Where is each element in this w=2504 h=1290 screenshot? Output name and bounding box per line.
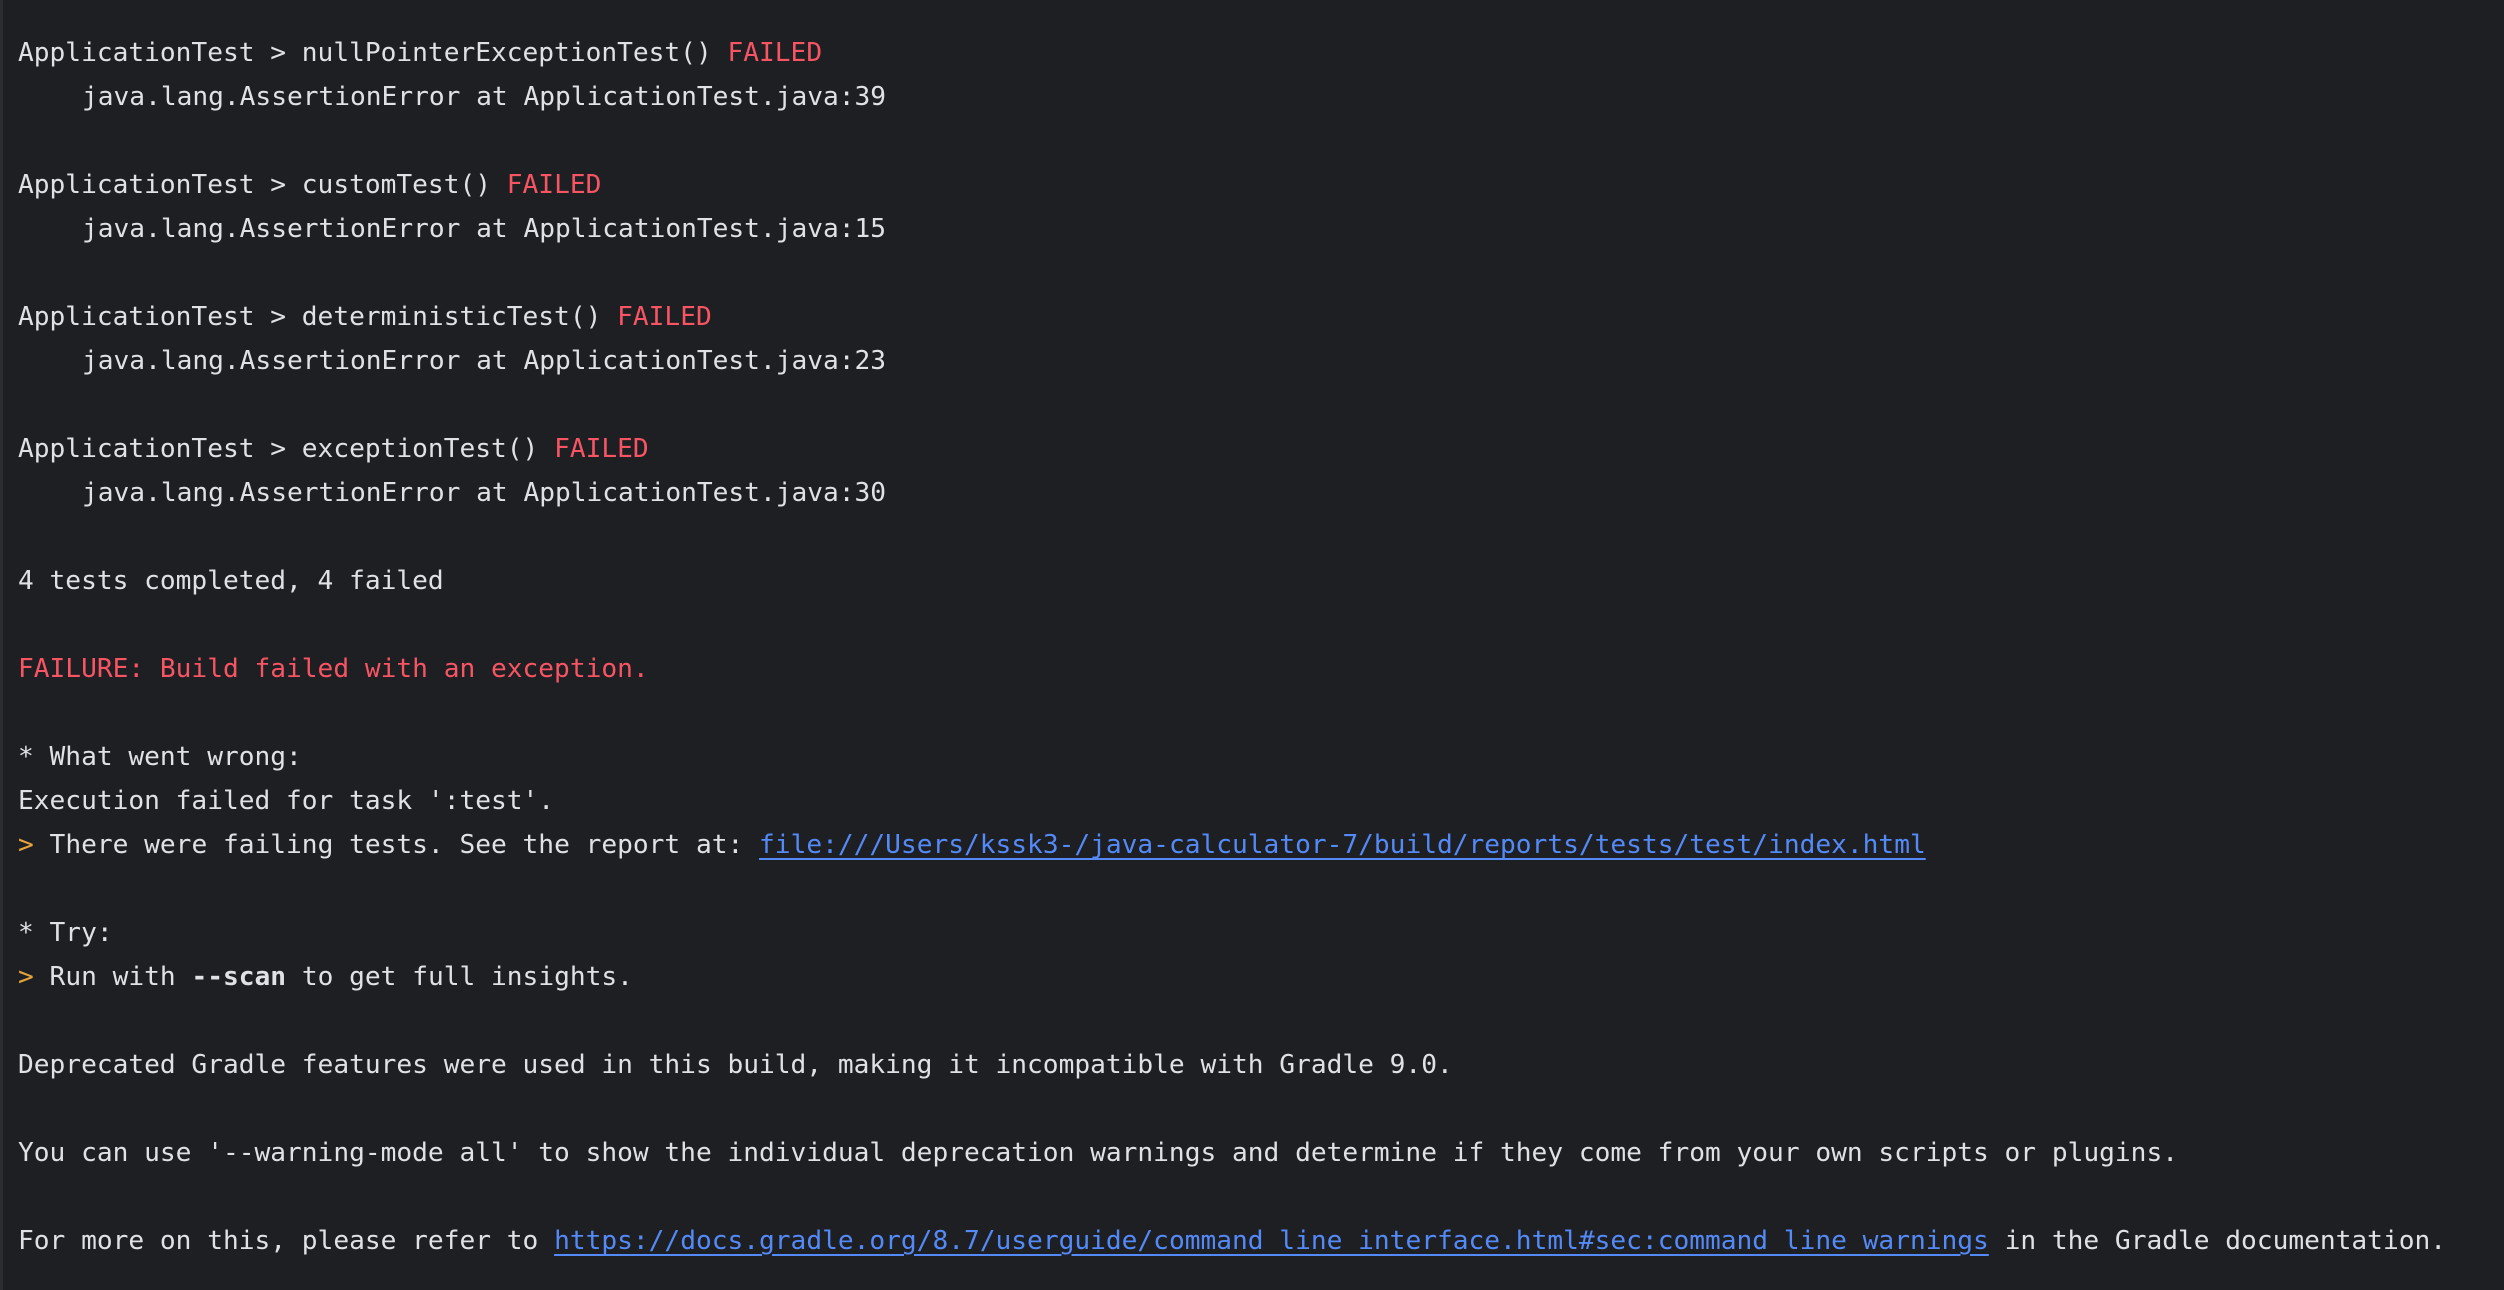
failed-status: FAILED <box>727 38 823 68</box>
deprecation-notice: Deprecated Gradle features were used in … <box>18 1050 1453 1080</box>
what-went-wrong-heading: * What went wrong: <box>18 742 302 772</box>
test-error-line: java.lang.AssertionError at ApplicationT… <box>82 346 887 376</box>
test-summary: 4 tests completed, 4 failed <box>18 566 444 596</box>
prompt-arrow: > <box>18 830 50 860</box>
docs-reference-line: For more on this, please refer to https:… <box>18 1219 2504 1263</box>
test-error-line: java.lang.AssertionError at ApplicationT… <box>82 478 887 508</box>
test-result-line: ApplicationTest > nullPointerExceptionTe… <box>18 31 2504 75</box>
test-name: ApplicationTest > customTest() <box>18 170 507 200</box>
test-error-line: java.lang.AssertionError at ApplicationT… <box>82 82 887 112</box>
prompt-arrow: > <box>18 962 50 992</box>
test-error-line: java.lang.AssertionError at ApplicationT… <box>82 214 887 244</box>
try-suggestion: > Run with --scan to get full insights. <box>18 955 2504 999</box>
test-name: ApplicationTest > exceptionTest() <box>18 434 555 464</box>
warning-mode-hint: You can use '--warning-mode all' to show… <box>18 1138 2178 1168</box>
test-result-line: ApplicationTest > exceptionTest() FAILED <box>18 427 2504 471</box>
try-text-after: to get full insights. <box>286 962 633 992</box>
failed-status: FAILED <box>554 434 649 464</box>
failed-status: FAILED <box>506 170 602 200</box>
refer-text-before: For more on this, please refer to <box>18 1226 555 1256</box>
refer-text-after: in the Gradle documentation. <box>1988 1226 2447 1256</box>
test-result-line: ApplicationTest > deterministicTest() FA… <box>18 295 2504 339</box>
report-link[interactable]: file:///Users/kssk3-/java-calculator-7/b… <box>759 830 1926 860</box>
try-text-before: Run with <box>49 962 192 992</box>
gradle-docs-link[interactable]: https://docs.gradle.org/8.7/userguide/co… <box>554 1226 1989 1256</box>
test-result-line: ApplicationTest > customTest() FAILED <box>18 163 2504 207</box>
execution-failed-detail: Execution failed for task ':test'. <box>18 786 555 816</box>
try-heading: * Try: <box>18 918 113 948</box>
console-output[interactable]: ApplicationTest > nullPointerExceptionTe… <box>0 0 2504 1290</box>
report-line: > There were failing tests. See the repo… <box>18 823 2504 867</box>
test-name: ApplicationTest > deterministicTest() <box>18 302 618 332</box>
report-text: There were failing tests. See the report… <box>49 830 760 860</box>
scan-flag: --scan <box>191 962 287 992</box>
build-failure-message: FAILURE: Build failed with an exception. <box>18 654 649 684</box>
failed-status: FAILED <box>617 302 712 332</box>
test-name: ApplicationTest > nullPointerExceptionTe… <box>18 38 728 68</box>
